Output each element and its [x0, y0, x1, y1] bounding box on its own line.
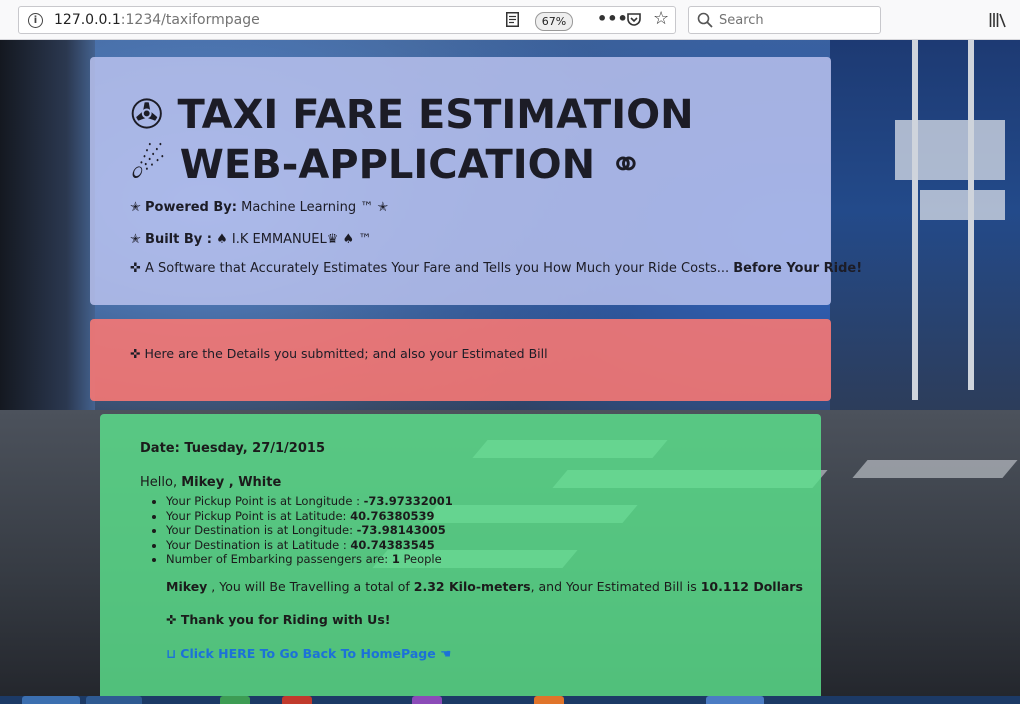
taskbar-item[interactable]: [706, 696, 764, 704]
detail-label: Your Destination is at Latitude :: [166, 537, 351, 552]
greeting-text: Hello,: [140, 475, 182, 490]
back-to-homepage-link[interactable]: ⊔ Click HERE To Go Back To HomePage ☚: [166, 646, 451, 661]
detail-label: Your Pickup Point is at Latitude:: [166, 508, 351, 523]
list-item: Your Destination is at Latitude : 40.743…: [166, 538, 453, 553]
list-item: Your Pickup Point is at Longitude : -73.…: [166, 494, 453, 509]
star-icon: ✭: [130, 200, 146, 215]
tagline: ✜ A Software that Accurately Estimates Y…: [130, 261, 862, 276]
pocket-icon[interactable]: [626, 12, 642, 28]
built-by-value: ♠ I.K EMMANUEL♛ ♠ ™: [211, 232, 372, 247]
header-panel: ✇ TAXI FARE ESTIMATION ☄ WEB-APPLICATION…: [90, 57, 862, 305]
detail-label: Your Destination is at Longitude:: [166, 523, 357, 537]
page-background: ✇ TAXI FARE ESTIMATION ☄ WEB-APPLICATION…: [0, 40, 1020, 696]
detail-label: Your Pickup Point is at Longitude :: [166, 494, 364, 508]
detail-label: Number of Embarking passengers are:: [166, 552, 392, 566]
notice-text: ✜ Here are the Details you submitted; an…: [130, 346, 548, 361]
powered-by-line: ✭ Powered By: Machine Learning ™ ✭: [130, 200, 388, 215]
os-taskbar: [0, 696, 1020, 704]
detail-value: 40.76380539: [350, 508, 435, 523]
info-icon[interactable]: i: [28, 13, 43, 28]
tagline-text: ✜ A Software that Accurately Estimates Y…: [130, 261, 734, 276]
built-by-label: Built By :: [145, 232, 212, 247]
powered-by-label: Powered By:: [145, 200, 237, 215]
taskbar-item[interactable]: [534, 696, 564, 704]
greeting: Hello, Mikey , White: [140, 475, 281, 490]
browser-toolbar: i 127.0.0.1:1234/taxiformpage 67% ••• ☆ …: [0, 0, 1020, 40]
library-icon[interactable]: [989, 12, 1007, 28]
bill-panel: Date: Tuesday, 27/1/2015 Hello, Mikey , …: [100, 414, 821, 696]
detail-value: -73.97332001: [363, 494, 453, 508]
customer-name: Mikey , White: [181, 475, 282, 490]
url-path: :1234/taxiformpage: [120, 12, 260, 28]
detail-value: 1: [391, 552, 400, 566]
url-bar[interactable]: i 127.0.0.1:1234/taxiformpage 67% ••• ☆: [18, 6, 676, 34]
trip-summary: Mikey , You will Be Travelling a total o…: [166, 579, 803, 594]
more-icon[interactable]: •••: [597, 9, 628, 28]
list-item: Your Destination is at Longitude: -73.98…: [166, 523, 453, 538]
thank-you-message: ✜ Thank you for Riding with Us!: [166, 612, 391, 627]
summary-text: , You will Be Travelling a total of: [207, 579, 414, 594]
detail-suffix: People: [399, 552, 442, 566]
taskbar-item[interactable]: [282, 696, 312, 704]
summary-text: , and Your Estimated Bill is: [530, 579, 701, 594]
summary-distance: 2.32 Kilo-meters: [413, 579, 531, 594]
summary-name: Mikey: [166, 579, 208, 594]
search-bar[interactable]: Search: [688, 6, 881, 34]
zoom-level-badge[interactable]: 67%: [535, 12, 573, 31]
ride-details-list: Your Pickup Point is at Longitude : -73.…: [140, 494, 453, 567]
background-pole: [968, 40, 974, 390]
search-icon: [697, 12, 713, 28]
list-item: Your Pickup Point is at Latitude: 40.763…: [166, 509, 453, 524]
crosswalk-stripe: [852, 460, 1018, 478]
background-sign: [920, 190, 1005, 220]
page-title: ✇ TAXI FARE ESTIMATION ☄ WEB-APPLICATION…: [130, 90, 694, 190]
background-pole: [912, 40, 918, 400]
background-building-right: [830, 40, 1020, 420]
notice-panel: ✜ Here are the Details you submitted; an…: [90, 319, 831, 401]
bill-date: Date: Tuesday, 27/1/2015: [140, 441, 325, 456]
detail-value: -73.98143005: [356, 523, 446, 537]
summary-bill: 10.112 Dollars: [700, 579, 803, 594]
taskbar-item[interactable]: [86, 696, 142, 704]
powered-by-value: Machine Learning ™ ✭: [236, 200, 389, 215]
search-placeholder: Search: [719, 13, 764, 28]
list-item: Number of Embarking passengers are: 1 Pe…: [166, 552, 453, 567]
taskbar-item[interactable]: [22, 696, 80, 704]
title-line-1: ✇ TAXI FARE ESTIMATION: [130, 92, 694, 138]
reader-view-icon[interactable]: [506, 12, 519, 27]
title-line-2: ☄ WEB-APPLICATION ⚭: [130, 142, 643, 188]
url-text[interactable]: 127.0.0.1:1234/taxiformpage: [54, 12, 260, 28]
built-by-line: ✭ Built By : ♠ I.K EMMANUEL♛ ♠ ™: [130, 232, 371, 247]
star-icon[interactable]: ☆: [653, 8, 669, 29]
url-host: 127.0.0.1: [54, 12, 121, 28]
star-icon: ✭: [130, 232, 146, 247]
taskbar-item[interactable]: [220, 696, 250, 704]
tagline-bold: Before Your Ride!: [733, 261, 863, 276]
taskbar-item[interactable]: [412, 696, 442, 704]
detail-value: 40.74383545: [350, 537, 435, 552]
